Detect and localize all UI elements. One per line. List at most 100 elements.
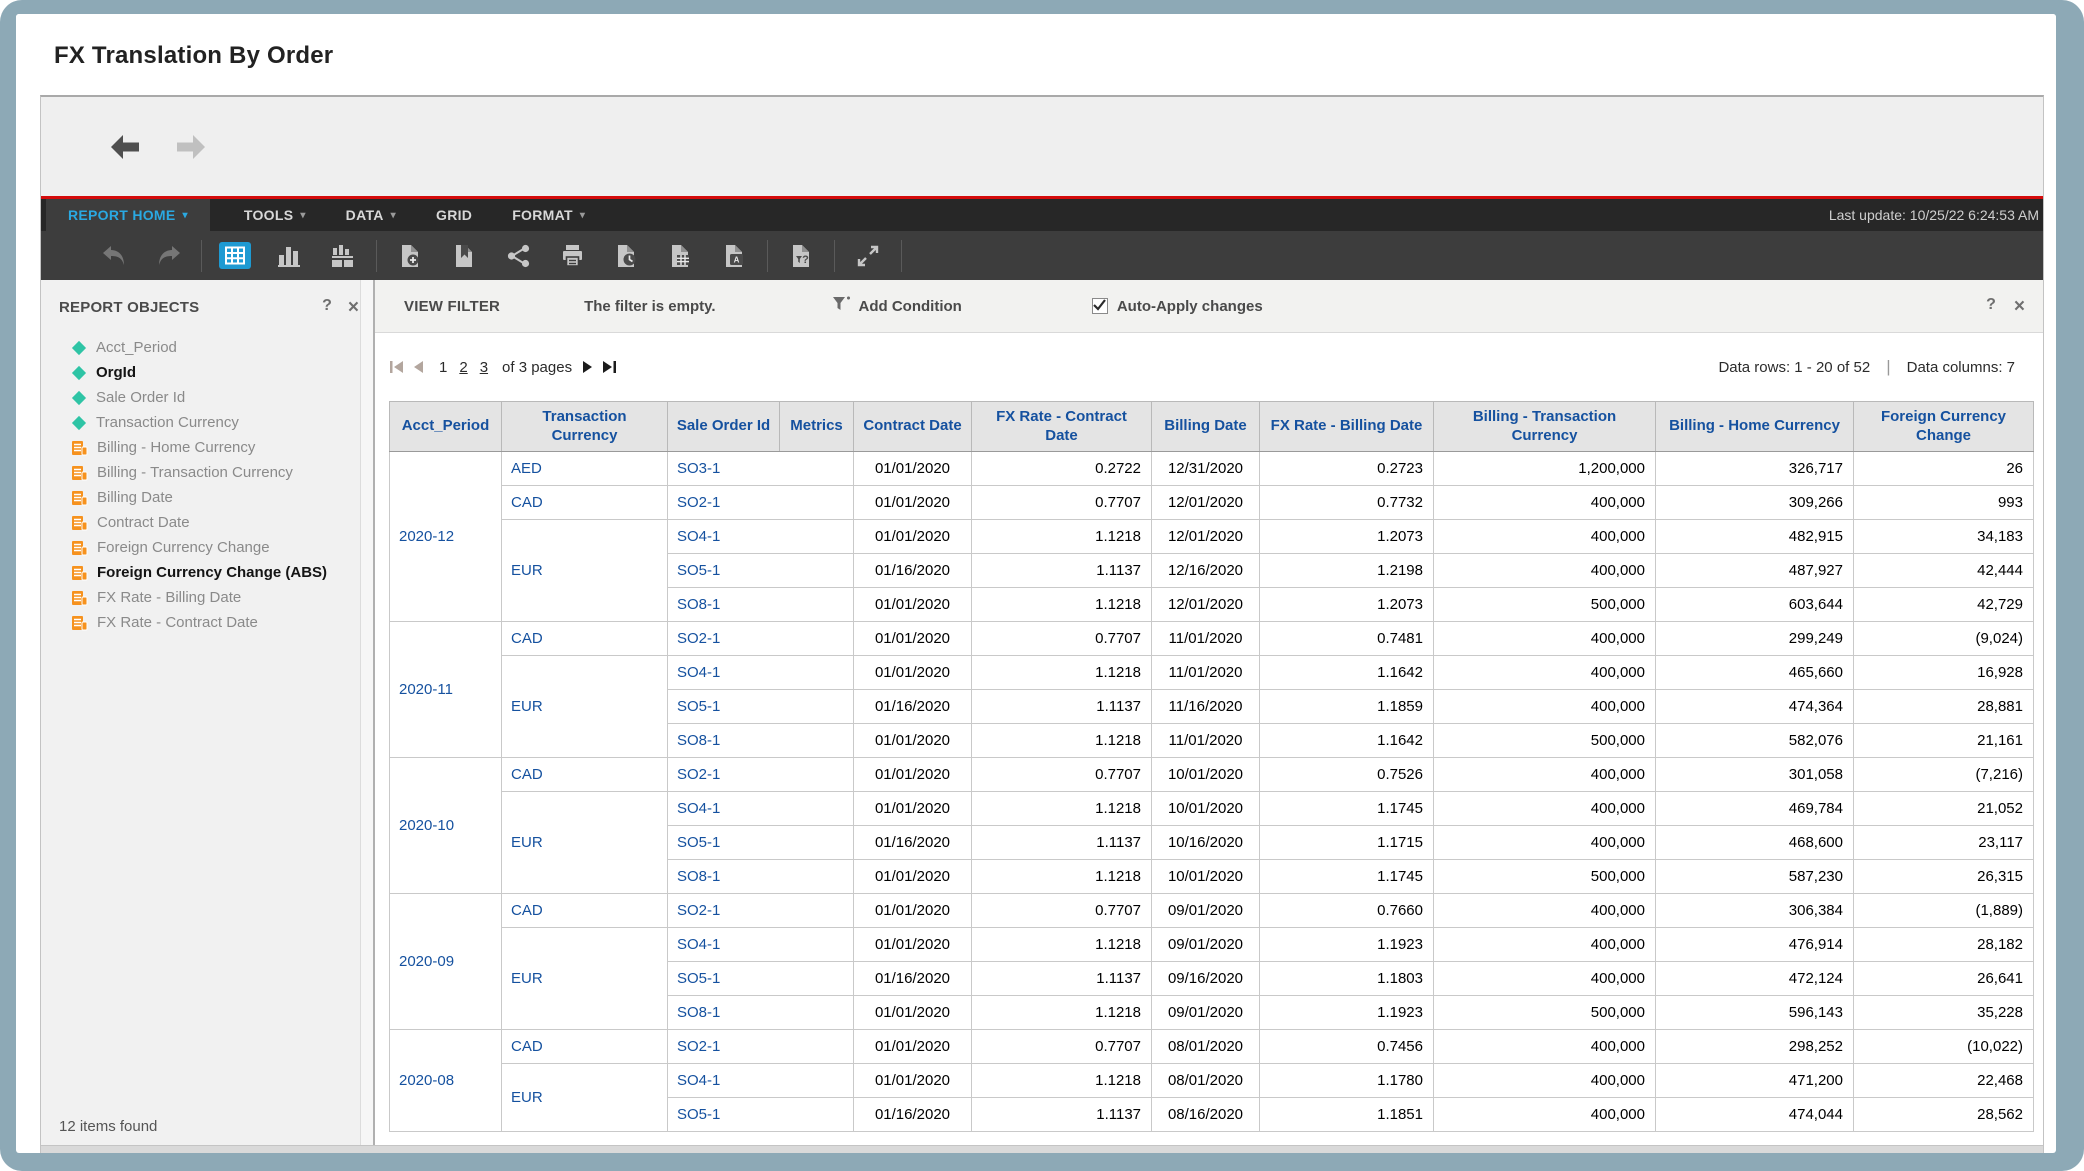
horizontal-scrollbar[interactable] xyxy=(41,1145,2043,1153)
column-header-billing-home-currency[interactable]: Billing - Home Currency xyxy=(1656,402,1854,452)
panel-scrollbar[interactable] xyxy=(360,280,373,1145)
cell-acct-period[interactable]: 2020-08 xyxy=(390,1030,502,1132)
share-icon[interactable] xyxy=(491,238,545,274)
column-header-billing-date[interactable]: Billing Date xyxy=(1152,402,1260,452)
cell-sale-order-id[interactable]: SO4-1 xyxy=(668,928,854,962)
export-schedule-icon[interactable] xyxy=(599,238,653,274)
cell-sale-order-id[interactable]: SO8-1 xyxy=(668,996,854,1030)
last-page-icon[interactable] xyxy=(602,360,617,374)
add-condition-button[interactable]: Add Condition xyxy=(832,296,962,317)
export-excel-icon[interactable] xyxy=(653,238,707,274)
cell-sale-order-id[interactable]: SO2-1 xyxy=(668,622,854,656)
report-object-acct-period[interactable]: Acct_Period xyxy=(71,335,373,360)
cell-sale-order-id[interactable]: SO8-1 xyxy=(668,724,854,758)
cell-transaction-currency[interactable]: EUR xyxy=(502,792,668,894)
report-object-billing-transaction-currency[interactable]: Billing - Transaction Currency xyxy=(71,460,373,485)
report-object-transaction-currency[interactable]: Transaction Currency xyxy=(71,410,373,435)
cell-sale-order-id[interactable]: SO8-1 xyxy=(668,860,854,894)
menu-grid[interactable]: GRID xyxy=(420,199,488,231)
redo-icon[interactable] xyxy=(141,238,195,274)
undo-icon[interactable] xyxy=(87,238,141,274)
cell-sale-order-id[interactable]: SO5-1 xyxy=(668,690,854,724)
close-icon[interactable]: × xyxy=(348,298,359,317)
cell-sale-order-id[interactable]: SO4-1 xyxy=(668,1064,854,1098)
previous-page-icon[interactable] xyxy=(413,360,424,374)
cell-transaction-currency[interactable]: CAD xyxy=(502,758,668,792)
cell-acct-period[interactable]: 2020-09 xyxy=(390,894,502,1030)
back-arrow-icon[interactable] xyxy=(109,134,145,160)
column-header-billing-transaction-currency[interactable]: Billing - Transaction Currency xyxy=(1434,402,1656,452)
first-page-icon[interactable] xyxy=(389,360,404,374)
current-page-number: 1 xyxy=(439,359,447,376)
auto-apply-checkbox[interactable]: Auto-Apply changes xyxy=(1092,298,1263,315)
cell-sale-order-id[interactable]: SO4-1 xyxy=(668,792,854,826)
fullscreen-icon[interactable] xyxy=(841,238,895,274)
cell-billing-date: 11/01/2020 xyxy=(1152,724,1260,758)
cell-transaction-currency[interactable]: CAD xyxy=(502,622,668,656)
export-pdf-icon[interactable]: A xyxy=(707,238,761,274)
cell-sale-order-id[interactable]: SO5-1 xyxy=(668,554,854,588)
help-icon[interactable]: ? xyxy=(322,298,332,317)
cell-billing-date: 08/16/2020 xyxy=(1152,1098,1260,1132)
cell-billing-transaction-currency: 400,000 xyxy=(1434,1098,1656,1132)
cell-transaction-currency[interactable]: CAD xyxy=(502,894,668,928)
report-object-billing-date[interactable]: Billing Date xyxy=(71,485,373,510)
report-object-foreign-currency-change-abs[interactable]: Foreign Currency Change (ABS) xyxy=(71,560,373,585)
report-object-fx-rate-contract-date[interactable]: FX Rate - Contract Date xyxy=(71,610,373,635)
report-details-icon[interactable]: ? xyxy=(774,238,828,274)
cell-transaction-currency[interactable]: AED xyxy=(502,452,668,486)
menu-report-home[interactable]: REPORT HOME▾ xyxy=(46,199,210,231)
cell-sale-order-id[interactable]: SO8-1 xyxy=(668,588,854,622)
column-header-transaction-currency[interactable]: Transaction Currency xyxy=(502,402,668,452)
close-icon[interactable]: × xyxy=(2014,297,2025,316)
menu-format[interactable]: FORMAT▾ xyxy=(496,199,601,231)
help-icon[interactable]: ? xyxy=(1986,297,1996,316)
cell-sale-order-id[interactable]: SO2-1 xyxy=(668,1030,854,1064)
print-icon[interactable] xyxy=(545,238,599,274)
column-header-foreign-currency-change[interactable]: Foreign Currency Change xyxy=(1854,402,2034,452)
cell-sale-order-id[interactable]: SO4-1 xyxy=(668,520,854,554)
menu-tools[interactable]: TOOLS▾ xyxy=(228,199,322,231)
report-object-sale-order-id[interactable]: Sale Order Id xyxy=(71,385,373,410)
cell-sale-order-id[interactable]: SO4-1 xyxy=(668,656,854,690)
report-object-foreign-currency-change[interactable]: Foreign Currency Change xyxy=(71,535,373,560)
column-header-sale-order-id[interactable]: Sale Order Id xyxy=(668,402,780,452)
column-header-acct-period[interactable]: Acct_Period xyxy=(390,402,502,452)
graph-view-icon[interactable] xyxy=(262,238,316,274)
cell-sale-order-id[interactable]: SO5-1 xyxy=(668,1098,854,1132)
cell-transaction-currency[interactable]: CAD xyxy=(502,1030,668,1064)
cell-acct-period[interactable]: 2020-12 xyxy=(390,452,502,622)
cell-billing-home-currency: 587,230 xyxy=(1656,860,1854,894)
grid-view-icon[interactable] xyxy=(208,238,262,274)
cell-transaction-currency[interactable]: EUR xyxy=(502,1064,668,1132)
next-page-icon[interactable] xyxy=(582,360,593,374)
new-report-icon[interactable] xyxy=(383,238,437,274)
cell-sale-order-id[interactable]: SO2-1 xyxy=(668,894,854,928)
report-object-contract-date[interactable]: Contract Date xyxy=(71,510,373,535)
cell-sale-order-id[interactable]: SO2-1 xyxy=(668,758,854,792)
cell-sale-order-id[interactable]: SO5-1 xyxy=(668,826,854,860)
column-header-metrics[interactable]: Metrics xyxy=(780,402,854,452)
column-header-fx-rate-billing-date[interactable]: FX Rate - Billing Date xyxy=(1260,402,1434,452)
cell-transaction-currency[interactable]: EUR xyxy=(502,520,668,622)
cell-acct-period[interactable]: 2020-11 xyxy=(390,622,502,758)
column-header-contract-date[interactable]: Contract Date xyxy=(854,402,972,452)
menu-data[interactable]: DATA▾ xyxy=(330,199,412,231)
cell-transaction-currency[interactable]: EUR xyxy=(502,928,668,1030)
report-object-billing-home-currency[interactable]: Billing - Home Currency xyxy=(71,435,373,460)
report-object-fx-rate-billing-date[interactable]: FX Rate - Billing Date xyxy=(71,585,373,610)
cell-sale-order-id[interactable]: SO5-1 xyxy=(668,962,854,996)
cell-sale-order-id[interactable]: SO2-1 xyxy=(668,486,854,520)
page-link-2[interactable]: 2 xyxy=(459,359,467,376)
grid-graph-view-icon[interactable] xyxy=(316,238,370,274)
column-header-fx-rate-contract-date[interactable]: FX Rate - Contract Date xyxy=(972,402,1152,452)
menu-label: TOOLS xyxy=(244,207,293,223)
cell-transaction-currency[interactable]: EUR xyxy=(502,656,668,758)
page-link-3[interactable]: 3 xyxy=(480,359,488,376)
forward-arrow-icon[interactable] xyxy=(171,134,207,160)
cell-transaction-currency[interactable]: CAD xyxy=(502,486,668,520)
report-object-orgid[interactable]: OrgId xyxy=(71,360,373,385)
cell-sale-order-id[interactable]: SO3-1 xyxy=(668,452,854,486)
cell-acct-period[interactable]: 2020-10 xyxy=(390,758,502,894)
bookmark-icon[interactable] xyxy=(437,238,491,274)
